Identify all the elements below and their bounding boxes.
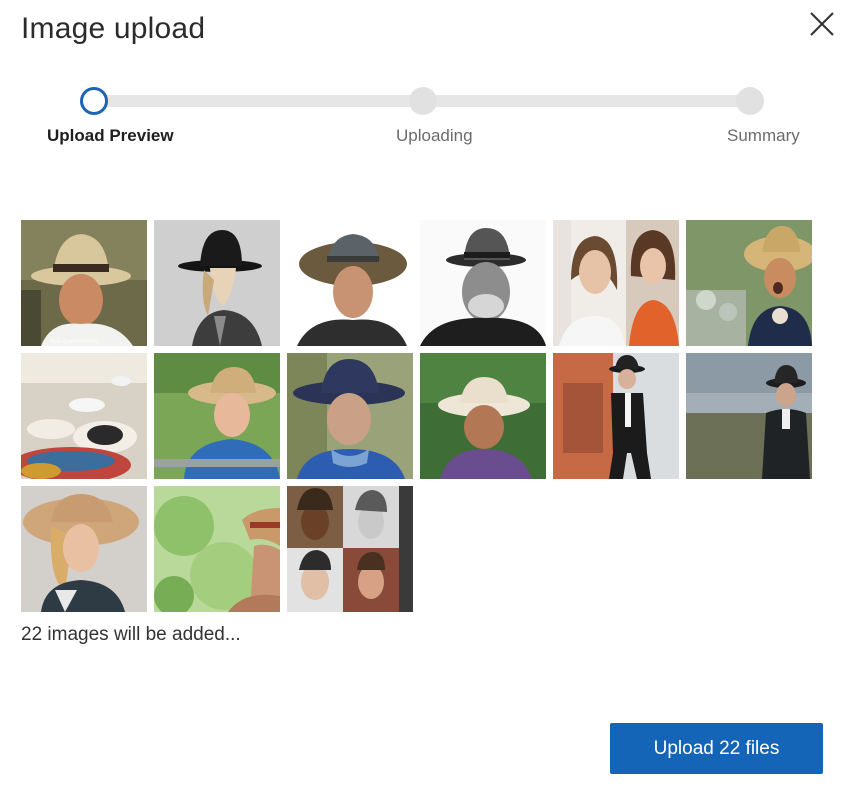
- step-indicator-uploading: [409, 87, 437, 115]
- step-indicator-summary: [736, 87, 764, 115]
- thumbnail-image[interactable]: [686, 220, 812, 346]
- thumbnail-image[interactable]: [154, 353, 280, 479]
- images-count-status: 22 images will be added...: [21, 624, 241, 645]
- dialog-title: Image upload: [21, 12, 206, 45]
- step-label-summary: Summary: [727, 126, 800, 145]
- thumbnail-image[interactable]: Hola querooooooo: [21, 220, 147, 346]
- thumbnail-image[interactable]: [21, 486, 147, 612]
- thumbnail-overlay-text: Hola querooooooo: [49, 339, 99, 345]
- step-label-upload-preview: Upload Preview: [47, 126, 174, 145]
- step-label-uploading: Uploading: [396, 126, 473, 145]
- thumbnail-grid: Hola querooooooo: [21, 220, 813, 612]
- close-button[interactable]: [806, 8, 838, 40]
- thumbnail-image[interactable]: [154, 220, 280, 346]
- thumbnail-image[interactable]: [154, 486, 280, 612]
- thumbnail-image[interactable]: [553, 220, 679, 346]
- thumbnail-image[interactable]: [420, 353, 546, 479]
- thumbnail-image[interactable]: [553, 353, 679, 479]
- thumbnail-image[interactable]: [287, 353, 413, 479]
- thumbnail-image[interactable]: [21, 353, 147, 479]
- close-icon: [810, 12, 834, 36]
- thumbnail-image[interactable]: [287, 220, 413, 346]
- thumbnail-image[interactable]: [287, 486, 413, 612]
- upload-files-button[interactable]: Upload 22 files: [610, 723, 823, 774]
- step-indicator-upload-preview: [80, 87, 108, 115]
- thumbnail-image[interactable]: [686, 353, 812, 479]
- thumbnail-image[interactable]: [420, 220, 546, 346]
